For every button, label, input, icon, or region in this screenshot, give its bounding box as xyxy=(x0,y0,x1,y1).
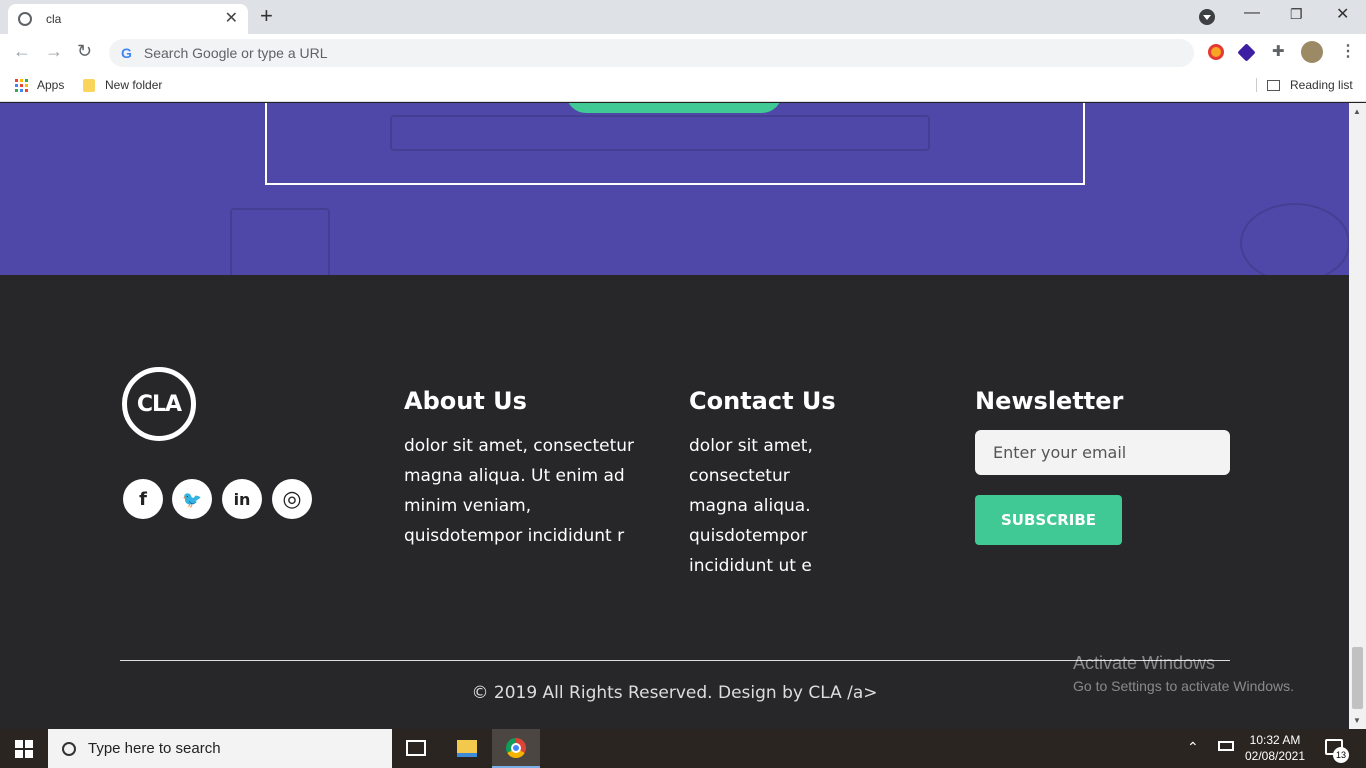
chrome-taskbar-button[interactable] xyxy=(492,729,540,768)
avatar[interactable] xyxy=(1301,41,1323,63)
about-title: About Us xyxy=(404,387,527,415)
hero-background-decoration xyxy=(1240,203,1349,283)
folder-icon xyxy=(83,78,95,92)
reading-list-label: Reading list xyxy=(1290,78,1353,92)
footer-divider xyxy=(120,660,1230,661)
bookmarks-bar: Apps New folder Reading list xyxy=(0,70,1366,102)
watermark-subtitle: Go to Settings to activate Windows. xyxy=(1073,678,1294,694)
extension-icon[interactable] xyxy=(1208,44,1224,60)
address-placeholder: Search Google or type a URL xyxy=(143,45,328,61)
instagram-icon[interactable]: ◎ xyxy=(272,479,312,519)
chrome-icon xyxy=(506,738,526,758)
about-line: dolor sit amet, consectetur xyxy=(404,436,635,456)
scroll-up-icon[interactable]: ▲ xyxy=(1353,107,1361,116)
hero-section xyxy=(0,103,1349,283)
back-icon[interactable]: ← xyxy=(13,41,31,62)
reading-list-icon xyxy=(1267,79,1280,91)
close-tab-icon[interactable]: ✕ xyxy=(225,11,238,27)
search-icon xyxy=(62,741,76,756)
twitter-icon[interactable]: 🐦 xyxy=(172,479,212,519)
hero-frame xyxy=(265,103,1085,185)
linkedin-icon[interactable]: in xyxy=(222,479,262,519)
about-text: dolor sit amet, consectetur magna aliqua… xyxy=(404,431,634,551)
tab-title: cla xyxy=(46,12,62,26)
contact-line: incididunt ut e xyxy=(689,556,812,576)
windows-taskbar: Type here to search ⌃ 10:32 AM 02/08/202… xyxy=(0,729,1366,768)
google-icon: G xyxy=(121,45,132,61)
file-explorer-icon[interactable] xyxy=(457,740,477,757)
windows-start-icon[interactable] xyxy=(15,740,33,758)
bookmark-folder-label: New folder xyxy=(105,78,163,92)
page-scrollbar[interactable]: ▲ ▼ xyxy=(1349,103,1366,729)
address-bar[interactable]: G Search Google or type a URL xyxy=(109,39,1194,67)
taskbar-search-box[interactable]: Type here to search xyxy=(48,729,392,768)
apps-grid-icon xyxy=(15,78,28,92)
browser-tab[interactable]: cla ✕ xyxy=(8,4,248,34)
chevron-up-icon[interactable]: ⌃ xyxy=(1187,739,1199,756)
reading-list-button[interactable]: Reading list xyxy=(1256,78,1353,92)
hero-background-decoration xyxy=(230,208,330,278)
globe-icon xyxy=(18,12,32,26)
forward-icon[interactable]: → xyxy=(45,41,63,62)
footer: CLA f 🐦 in ◎ About Us dolor sit amet, co… xyxy=(0,275,1349,729)
reload-icon[interactable]: ↻ xyxy=(77,41,92,62)
minimize-icon[interactable]: — xyxy=(1244,4,1260,22)
about-line: minim veniam, xyxy=(404,496,532,516)
newsletter-title: Newsletter xyxy=(975,387,1124,415)
contact-text: dolor sit amet, consectetur magna aliqua… xyxy=(689,431,813,581)
bookmark-apps-label: Apps xyxy=(37,78,65,92)
contact-line: dolor sit amet, xyxy=(689,436,813,456)
menu-icon[interactable]: ⋮ xyxy=(1340,41,1356,60)
clock-date: 02/08/2021 xyxy=(1244,749,1306,763)
cla-logo[interactable]: CLA xyxy=(122,367,196,441)
subscribe-button[interactable]: SUBSCRIBE xyxy=(975,495,1122,545)
close-window-icon[interactable]: ✕ xyxy=(1336,4,1349,24)
watermark-title: Activate Windows xyxy=(1073,653,1216,673)
contact-line: quisdotempor xyxy=(689,526,808,546)
bookmark-new-folder[interactable]: New folder xyxy=(83,78,162,92)
extension-icon[interactable] xyxy=(1237,43,1256,62)
system-clock[interactable]: 10:32 AM 02/08/2021 xyxy=(1240,732,1310,764)
facebook-icon[interactable]: f xyxy=(123,479,163,519)
newsletter-email-input[interactable] xyxy=(975,430,1230,475)
activate-windows-watermark: Activate Windows Go to Settings to activ… xyxy=(1073,653,1294,694)
puzzle-icon[interactable]: ✚ xyxy=(1272,42,1288,60)
scroll-down-icon[interactable]: ▼ xyxy=(1353,716,1361,725)
scrollbar-thumb[interactable] xyxy=(1352,647,1363,709)
bookmark-apps[interactable]: Apps xyxy=(15,78,64,92)
about-line: magna aliqua. Ut enim ad xyxy=(404,466,625,486)
task-view-icon[interactable] xyxy=(406,740,426,756)
new-tab-button[interactable]: + xyxy=(260,5,273,27)
contact-line: magna aliqua. xyxy=(689,496,811,516)
notification-count-badge: 13 xyxy=(1333,747,1349,763)
hero-cta-button[interactable] xyxy=(566,103,782,113)
taskbar-search-placeholder: Type here to search xyxy=(88,740,221,757)
web-page: CLA f 🐦 in ◎ About Us dolor sit amet, co… xyxy=(0,103,1349,729)
about-line: quisdotempor incididunt r xyxy=(404,526,625,546)
battery-icon[interactable] xyxy=(1218,741,1234,751)
contact-title: Contact Us xyxy=(689,387,836,415)
browser-tab-bar: cla ✕ + — ❐ ✕ xyxy=(0,0,1366,34)
clock-time: 10:32 AM xyxy=(1249,733,1301,747)
browser-toolbar: ← → ↻ G Search Google or type a URL ✚ ⋮ xyxy=(0,34,1366,70)
restore-icon[interactable]: ❐ xyxy=(1290,6,1303,23)
tab-search-icon[interactable] xyxy=(1199,9,1215,25)
contact-line: consectetur xyxy=(689,466,790,486)
